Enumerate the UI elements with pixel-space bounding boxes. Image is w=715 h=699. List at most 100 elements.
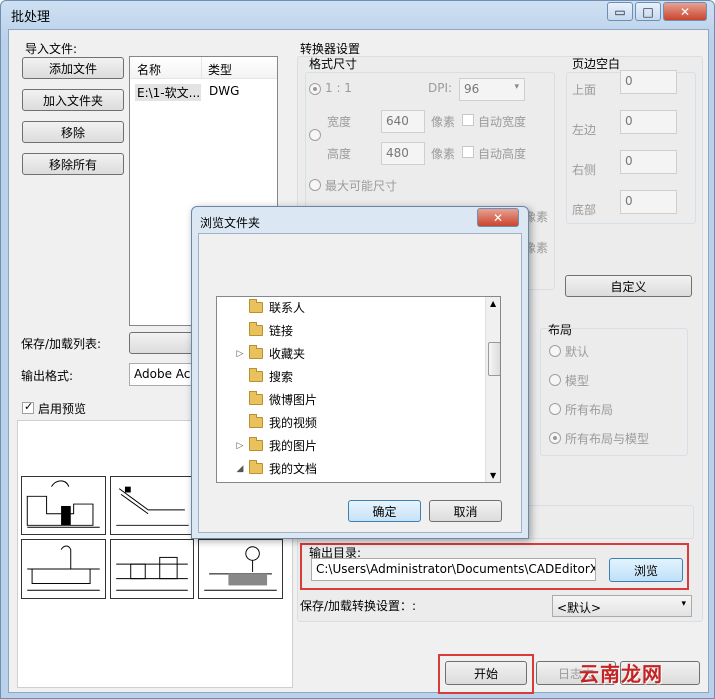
tree-item[interactable]: 微博图片 (217, 388, 485, 411)
margin-right-label: 右侧 (572, 163, 597, 177)
column-type[interactable]: 类型 (208, 61, 232, 78)
margin-left-label: 左边 (572, 123, 597, 137)
dialog-title: 浏览文件夹 (200, 216, 261, 230)
tree-item[interactable]: ▷ 收藏夹 (217, 342, 485, 365)
favorites-folder-icon (249, 345, 263, 359)
documents-folder-icon (249, 460, 263, 474)
minimize-icon: ▭ (614, 4, 626, 19)
auto-width-checkbox[interactable] (462, 114, 474, 126)
enable-preview-label: 启用预览 (38, 402, 87, 416)
auto-width-label: 自动宽度 (478, 115, 527, 129)
custom-button[interactable]: 自定义 (565, 275, 692, 297)
dialog-close-button[interactable]: ✕ (477, 208, 519, 227)
margin-top-label: 上面 (572, 83, 597, 97)
dropdown-arrow-icon: ▾ (681, 599, 686, 609)
dpi-value: 96 (464, 82, 480, 96)
tree-item[interactable]: 搜索 (217, 365, 485, 388)
preview-thumbnail[interactable] (110, 539, 194, 599)
add-folder-button[interactable]: 加入文件夹 (22, 89, 124, 111)
format-size-label: 格式尺寸 (309, 57, 358, 71)
contacts-folder-icon (249, 299, 263, 313)
tree-item[interactable]: 链接 (217, 319, 485, 342)
videos-folder-icon (249, 414, 263, 428)
tree-item-label: 微博图片 (269, 393, 318, 407)
ratio-1-1-label: 1 : 1 (325, 81, 352, 95)
dpi-select[interactable]: 96 ▾ (459, 78, 525, 101)
check-mark-icon: ✓ (24, 400, 34, 413)
tree-item[interactable]: 联系人 (217, 297, 485, 319)
layout-model-label: 模型 (565, 374, 590, 388)
margin-right-input[interactable]: 0 (620, 150, 677, 174)
cad-drawing-icon (26, 480, 100, 528)
preview-thumbnail[interactable] (198, 539, 283, 599)
table-row[interactable]: E:\1-软文... DWG (133, 82, 275, 102)
tree-item-label: 我的图片 (269, 439, 318, 453)
preview-thumbnail[interactable] (21, 539, 106, 599)
tree-expander[interactable]: ▷ (235, 349, 245, 359)
window-title: 批处理 (11, 10, 51, 25)
max-size-radio[interactable] (309, 179, 321, 191)
custom-size-radio[interactable] (309, 129, 321, 141)
column-divider (201, 57, 202, 79)
import-files-label: 导入文件: (25, 42, 78, 56)
maximize-icon: □ (642, 4, 654, 19)
tree-expander[interactable]: ▷ (235, 441, 245, 451)
tree-item-label: 链接 (269, 324, 294, 338)
tree-item[interactable]: ◢ 我的文档 (217, 457, 485, 480)
margin-bottom-input[interactable]: 0 (620, 190, 677, 214)
tree-item[interactable]: ▷ 我的图片 (217, 434, 485, 457)
width-unit-label: 像素 (431, 115, 456, 129)
ratio-1-1-radio[interactable] (309, 83, 321, 95)
file-list-header: 名称 类型 (130, 57, 277, 79)
dpi-label: DPI: (428, 81, 453, 95)
search-folder-icon (249, 368, 263, 382)
tree-item-label: 我的视频 (269, 416, 318, 430)
dialog-client: 联系人 链接 ▷ 收藏夹 搜索 微博图片 我的视频 ▷ 我的图片 ◢ 我的文档 … (198, 233, 522, 533)
add-file-button[interactable]: 添加文件 (22, 57, 124, 79)
maximize-button[interactable]: □ (635, 2, 661, 21)
save-load-list-button[interactable] (129, 332, 199, 354)
save-load-list-label: 保存/加载列表: (21, 337, 102, 351)
output-dir-input[interactable]: C:\Users\Administrator\Documents\CADEdit… (311, 558, 596, 581)
scroll-up-icon: ▲ (490, 299, 497, 308)
layout-all-model-radio[interactable] (549, 432, 561, 444)
scroll-thumb[interactable] (488, 342, 500, 376)
tree-item[interactable]: 我的视频 (217, 411, 485, 434)
preview-thumbnail[interactable] (21, 476, 106, 535)
cancel-button[interactable]: 取消 (429, 500, 502, 522)
ok-button[interactable]: 确定 (348, 500, 421, 522)
start-button[interactable]: 开始 (445, 661, 527, 685)
options-group (524, 505, 694, 539)
column-name[interactable]: 名称 (137, 61, 161, 78)
margins-label: 页边空白 (572, 57, 621, 71)
browse-button[interactable]: 浏览 (609, 558, 683, 582)
file-name-cell: E:\1-软文... (135, 84, 201, 101)
save-load-settings-label: 保存/加载转换设置：: (300, 599, 417, 613)
layout-default-radio[interactable] (549, 345, 561, 357)
pictures-folder-icon (249, 437, 263, 451)
width-input[interactable]: 640 (381, 110, 425, 133)
minimize-button[interactable]: ▭ (607, 2, 633, 21)
browse-folder-dialog: 浏览文件夹 ✕ 联系人 链接 ▷ 收藏夹 搜索 微博图片 我的视频 ▷ 我的图片… (191, 206, 529, 539)
layout-model-radio[interactable] (549, 374, 561, 386)
layout-all-radio[interactable] (549, 403, 561, 415)
preview-thumbnail[interactable] (110, 476, 194, 535)
margin-top-input[interactable]: 0 (620, 70, 677, 94)
cad-drawing-icon (116, 486, 189, 526)
settings-select[interactable]: <默认> ▾ (552, 595, 692, 617)
tree-expander[interactable]: ◢ (235, 464, 245, 474)
margin-left-input[interactable]: 0 (620, 110, 677, 134)
remove-all-button[interactable]: 移除所有 (22, 153, 124, 175)
folder-tree[interactable]: 联系人 链接 ▷ 收藏夹 搜索 微博图片 我的视频 ▷ 我的图片 ◢ 我的文档 … (216, 296, 501, 483)
auto-height-checkbox[interactable] (462, 146, 474, 158)
output-format-select[interactable]: Adobe Acro (129, 363, 199, 386)
close-button[interactable]: ✕ (663, 2, 707, 21)
tree-item-label: 收藏夹 (269, 347, 306, 361)
file-type-cell: DWG (209, 84, 240, 98)
enable-preview-checkbox[interactable]: ✓ (22, 400, 34, 414)
cad-drawing-icon (27, 545, 100, 591)
tree-scrollbar[interactable]: ▲ ▼ (485, 297, 500, 482)
height-input[interactable]: 480 (381, 142, 425, 165)
remove-button[interactable]: 移除 (22, 121, 124, 143)
dropdown-arrow-icon: ▾ (514, 82, 519, 92)
